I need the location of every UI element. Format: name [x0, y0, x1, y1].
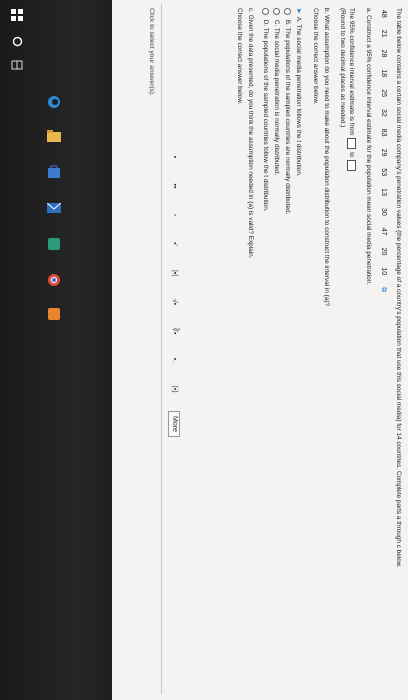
file-explorer-icon[interactable] — [46, 128, 62, 144]
mail-icon[interactable] — [46, 200, 62, 216]
option-c[interactable]: C. The social media penetration is norma… — [272, 8, 280, 175]
data-cell: 53 — [380, 168, 387, 177]
upper-bound-input[interactable] — [347, 160, 356, 172]
interval-tool[interactable]: (▪) — [170, 382, 178, 396]
mixed-number-tool[interactable]: ▪▪ — [170, 179, 178, 193]
option-letter: B. — [283, 19, 291, 26]
data-cell: 32 — [380, 108, 387, 117]
option-letter: C. — [272, 19, 280, 27]
option-letter: A. — [295, 16, 302, 23]
option-a[interactable]: ➤ A. The social media penetration follow… — [294, 8, 302, 177]
radio-button[interactable] — [284, 8, 291, 15]
app-icon[interactable] — [46, 236, 62, 252]
chrome-icon[interactable] — [46, 272, 62, 288]
footer-divider — [161, 4, 162, 694]
option-b[interactable]: B. The populations of the sampled countr… — [283, 8, 291, 214]
question-panel: The table below contains a certain socia… — [112, 0, 408, 700]
cube-root-tool[interactable]: ∛▪ — [170, 324, 178, 338]
data-cell: 20 — [380, 247, 387, 256]
click-to-select-hint: Click to select your answer(s). — [148, 8, 155, 96]
more-button[interactable]: More — [167, 411, 181, 437]
data-cell: 18 — [380, 69, 387, 78]
part-b-prompt: b. What assumption do you need to make a… — [323, 8, 330, 307]
option-text: The populations of the sampled countries… — [261, 27, 269, 212]
data-cell: 13 — [380, 188, 387, 196]
choose-instruction-c: Choose the correct answer below. — [236, 8, 243, 105]
browser-window: The table below contains a certain socia… — [112, 0, 408, 700]
part-c-prompt: c. Given the data presented, do you thin… — [247, 8, 254, 259]
data-table-row: 48 21 28 18 25 32 83 29 53 13 30 47 20 1… — [378, 10, 387, 292]
round-note: (Round to two decimal places as needed.) — [339, 8, 346, 128]
lower-bound-input[interactable] — [347, 138, 356, 150]
fraction-tool[interactable]: ▪ — [170, 150, 178, 164]
radio-button[interactable] — [273, 8, 280, 15]
interval-to-label: to — [347, 152, 355, 158]
part-a-prompt: a. Construct a 95% confidence interval e… — [365, 8, 372, 286]
task-view-icon[interactable] — [10, 58, 24, 72]
store-icon[interactable] — [46, 164, 62, 180]
choose-instruction-b: Choose the correct answer below. — [312, 8, 319, 105]
data-cell: 29 — [380, 148, 387, 157]
option-d[interactable]: D. The populations of the sampled countr… — [261, 8, 269, 212]
option-text: The populations of the sampled countries… — [283, 27, 291, 215]
windows-logo-icon[interactable] — [10, 8, 24, 22]
data-cell: 48 — [380, 10, 387, 18]
subscript-tool[interactable]: ▫ — [170, 208, 178, 222]
selected-pointer-icon: ➤ — [295, 8, 302, 14]
orange-app-icon[interactable] — [46, 306, 62, 322]
square-root-tool[interactable]: √▪ — [170, 295, 178, 309]
interval-answer-line: The 95% confidence interval estimate is … — [347, 8, 356, 172]
data-cell: 25 — [380, 89, 387, 97]
data-cell: 21 — [380, 29, 387, 38]
option-letter: D. — [261, 19, 269, 27]
option-text: The social media penetration follows the… — [295, 24, 302, 177]
copy-data-icon[interactable]: ⧉ — [378, 287, 387, 292]
absolute-value-tool[interactable]: |▪| — [170, 266, 178, 280]
math-toolbar: ▪ ▪▪ ▫ ▪' |▪| √▪ ∛▪ ▪. (▪) More — [166, 150, 182, 690]
exponent-tool[interactable]: ▪' — [170, 237, 178, 251]
data-cell: 47 — [380, 227, 387, 236]
option-text: The social media penetration is normally… — [272, 27, 280, 176]
problem-intro: The table below contains a certain socia… — [395, 8, 402, 568]
data-cell: 83 — [380, 128, 387, 137]
data-cell: 30 — [380, 207, 387, 216]
radio-button[interactable] — [262, 8, 269, 15]
search-icon[interactable] — [10, 34, 24, 48]
taskbar — [0, 0, 112, 700]
edge-icon[interactable] — [46, 94, 62, 110]
decimal-tool[interactable]: ▪. — [170, 353, 178, 367]
interval-prefix: The 95% confidence interval estimate is … — [347, 8, 355, 136]
data-cell: 28 — [380, 49, 387, 58]
data-cell: 10 — [380, 267, 387, 276]
